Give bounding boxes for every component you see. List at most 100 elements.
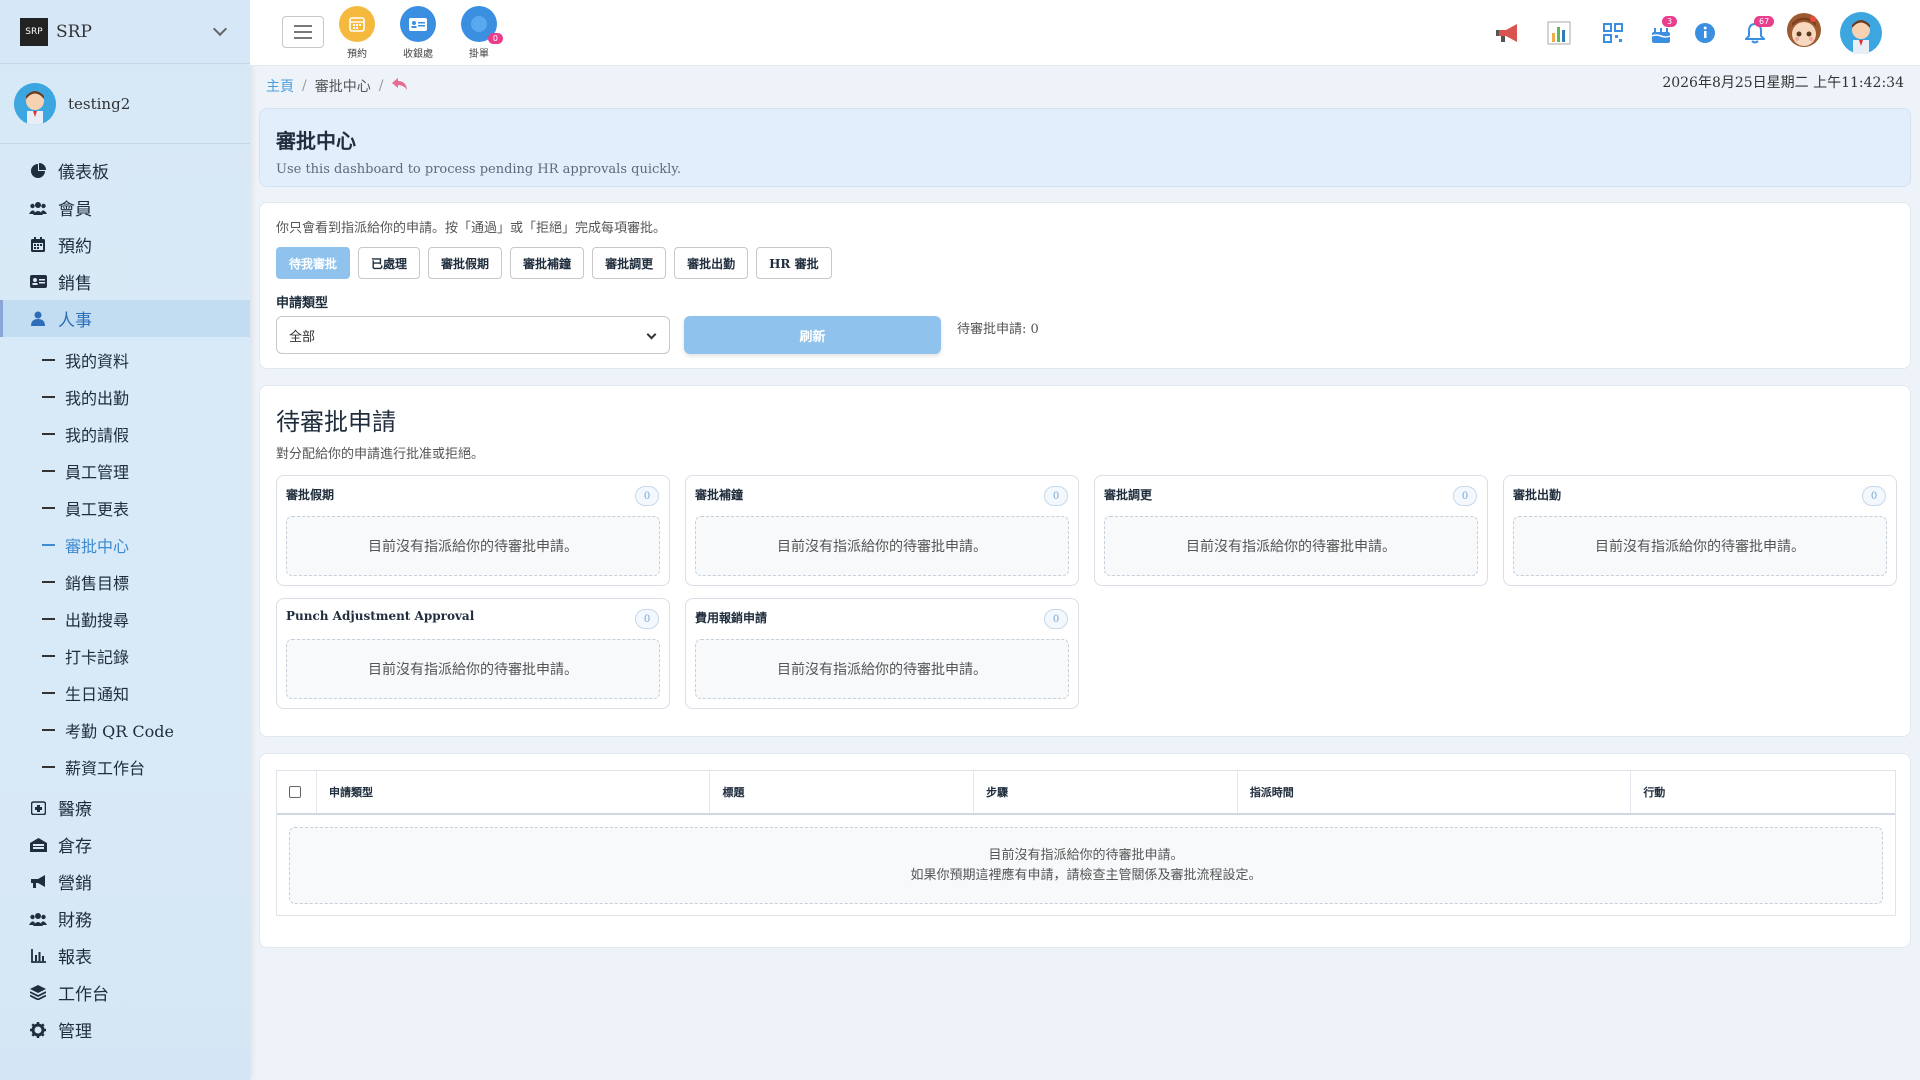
user-panel[interactable]: testing2 — [0, 64, 250, 144]
table-empty-line1: 目前沒有指派給你的待審批申請。 — [988, 848, 1184, 863]
info-icon[interactable] — [1692, 20, 1718, 46]
megaphone-icon[interactable] — [1496, 20, 1522, 46]
column-header-step[interactable]: 步驟 — [974, 771, 1238, 813]
sidebar-item-label: 工作台 — [58, 985, 109, 1005]
brand-logo: SRP — [20, 17, 48, 46]
medical-icon — [28, 800, 48, 815]
qr-code-icon[interactable] — [1600, 20, 1626, 46]
refresh-button[interactable]: 刷新 — [684, 316, 941, 354]
sidebar-subitem-my-attendance[interactable]: 我的出勤 — [0, 378, 250, 415]
sidebar-subitem-my-leave[interactable]: 我的請假 — [0, 415, 250, 452]
column-header-title[interactable]: 標題 — [710, 771, 975, 813]
cake-badge: 3 — [1662, 16, 1678, 27]
table-header-row: 申請類型 標題 步驟 指派時間 行動 — [277, 771, 1895, 815]
approval-table: 申請類型 標題 步驟 指派時間 行動 目前沒有指派給你的待審批申請。 如果你預期… — [276, 770, 1896, 916]
user-name: testing2 — [68, 94, 131, 113]
quick-hold-button[interactable]: 0 掛單 — [454, 6, 504, 60]
sidebar-subitem-punch-records[interactable]: 打卡記錄 — [0, 637, 250, 674]
quick-label: 收銀處 — [403, 49, 433, 60]
brand[interactable]: SRP SRP — [0, 0, 250, 64]
panel-title: 審批調更 — [1104, 488, 1153, 502]
page-header-card: 審批中心 Use this dashboard to process pendi… — [259, 108, 1911, 187]
sidebar-item-dashboard[interactable]: 儀表板 — [0, 152, 250, 189]
sidebar-subitem-label: 出勤搜尋 — [65, 610, 130, 630]
sidebar-item-warehouse[interactable]: 倉存 — [0, 826, 250, 863]
select-all-cell — [277, 771, 317, 813]
panel-empty-state: 目前沒有指派給你的待審批申請。 — [1513, 516, 1887, 576]
bell-icon[interactable]: 67 — [1742, 16, 1775, 46]
page-subtitle: Use this dashboard to process pending HR… — [276, 162, 682, 177]
back-arrow-icon[interactable] — [391, 77, 409, 95]
sidebar-item-hr[interactable]: 人事 — [0, 300, 250, 337]
sidebar-item-reports[interactable]: 報表 — [0, 937, 250, 974]
sidebar-subitem-label: 薪資工作台 — [65, 758, 146, 778]
sidebar-item-medical[interactable]: 醫療 — [0, 789, 250, 826]
sidebar-subitem-label: 生日通知 — [65, 684, 130, 704]
sidebar-subitem-sales-target[interactable]: 銷售目標 — [0, 563, 250, 600]
tab-shift-change-approval[interactable]: 審批調更 — [592, 247, 667, 279]
sidebar-item-booking[interactable]: 預約 — [0, 226, 250, 263]
sidebar-subitem-payroll[interactable]: 薪資工作台 — [0, 748, 250, 785]
sidebar-item-admin[interactable]: 管理 — [0, 1011, 250, 1048]
sidebar-item-finance[interactable]: 財務 — [0, 900, 250, 937]
sidebar: SRP SRP testing2 儀表板 會員 預約 銷售 人事 我的資料 我的… — [0, 0, 250, 1080]
birthday-cake-icon[interactable]: 3 — [1648, 16, 1678, 46]
panel-shift-change-approval: 審批調更 0 目前沒有指派給你的待審批申請。 — [1094, 475, 1488, 586]
sidebar-item-marketing[interactable]: 營銷 — [0, 863, 250, 900]
layers-icon — [28, 985, 48, 1000]
column-header-assigned-time[interactable]: 指派時間 — [1238, 771, 1632, 813]
panel-title: 費用報銷申請 — [695, 611, 768, 625]
sidebar-subitem-staff-management[interactable]: 員工管理 — [0, 452, 250, 489]
sidebar-item-label: 預約 — [58, 237, 92, 257]
dash-icon — [42, 469, 55, 472]
sidebar-subitem-approval-center[interactable]: 審批中心 — [0, 526, 250, 563]
pending-queue-card: 待審批申請 對分配給你的申請進行批准或拒絕。 審批假期 0 目前沒有指派給你的待… — [259, 385, 1911, 737]
column-header-action: 行動 — [1643, 786, 1666, 799]
tab-attendance-approval[interactable]: 審批出勤 — [674, 247, 749, 279]
sidebar-item-label: 銷售 — [58, 274, 92, 294]
panel-empty-state: 目前沒有指派給你的待審批申請。 — [695, 639, 1069, 699]
quick-booking-button[interactable]: 預約 — [332, 6, 382, 60]
queue-description: 對分配給你的申請進行批准或拒絕。 — [276, 447, 485, 462]
sidebar-item-members[interactable]: 會員 — [0, 189, 250, 226]
sidebar-subitem-label: 銷售目標 — [65, 573, 130, 593]
type-select[interactable]: 全部 — [276, 316, 670, 354]
sidebar-item-workbench[interactable]: 工作台 — [0, 974, 250, 1011]
sidebar-subitem-birthday[interactable]: 生日通知 — [0, 674, 250, 711]
mascot-avatar[interactable] — [1782, 10, 1826, 54]
panel-count-badge: 0 — [635, 486, 659, 506]
filter-card: 你只會看到指派給你的申請。按「通過」或「拒絕」完成每項審批。 待我審批 已處理 … — [259, 202, 1911, 369]
sidebar-subitem-attendance-search[interactable]: 出勤搜尋 — [0, 600, 250, 637]
report-chart-icon[interactable] — [1546, 20, 1572, 46]
sidebar-subitem-my-profile[interactable]: 我的資料 — [0, 341, 250, 378]
sidebar-subitem-label: 審批中心 — [65, 536, 130, 556]
panel-count-badge: 0 — [1453, 486, 1477, 506]
dash-icon — [42, 506, 55, 509]
tab-processed[interactable]: 已處理 — [358, 247, 421, 279]
approval-tabs: 待我審批 已處理 審批假期 審批補鐘 審批調更 審批出勤 HR 審批 — [276, 247, 1894, 279]
hold-order-icon: 0 — [461, 6, 503, 44]
panel-empty-state: 目前沒有指派給你的待審批申請。 — [695, 516, 1069, 576]
users-icon — [28, 201, 48, 215]
panel-count-badge: 0 — [635, 609, 659, 629]
sidebar-subitem-staff-roster[interactable]: 員工更表 — [0, 489, 250, 526]
user-avatar[interactable] — [1840, 12, 1882, 54]
tab-leave-approval[interactable]: 審批假期 — [428, 247, 503, 279]
sidebar-subitem-qr-code[interactable]: 考勤 QR Code — [0, 711, 250, 748]
tab-hr-approval[interactable]: HR 審批 — [756, 247, 832, 279]
dash-icon — [42, 654, 55, 657]
quick-label: 掛單 — [469, 49, 489, 60]
type-select-value: 全部 — [289, 329, 316, 345]
select-all-checkbox[interactable] — [289, 786, 301, 798]
quick-cashier-button[interactable]: 收銀處 — [393, 6, 443, 60]
breadcrumb-home-link[interactable]: 主頁 — [266, 76, 294, 96]
column-header-type[interactable]: 申請類型 — [317, 771, 711, 813]
pending-count: 待審批申請: 0 — [957, 322, 1039, 337]
dash-icon — [42, 358, 55, 361]
menu-toggle-button[interactable] — [282, 16, 324, 48]
tab-makeup-approval[interactable]: 審批補鐘 — [510, 247, 585, 279]
dash-icon — [42, 432, 55, 435]
chevron-down-icon[interactable] — [212, 21, 228, 37]
tab-pending-mine[interactable]: 待我審批 — [276, 247, 351, 279]
sidebar-item-sales[interactable]: 銷售 — [0, 263, 250, 300]
